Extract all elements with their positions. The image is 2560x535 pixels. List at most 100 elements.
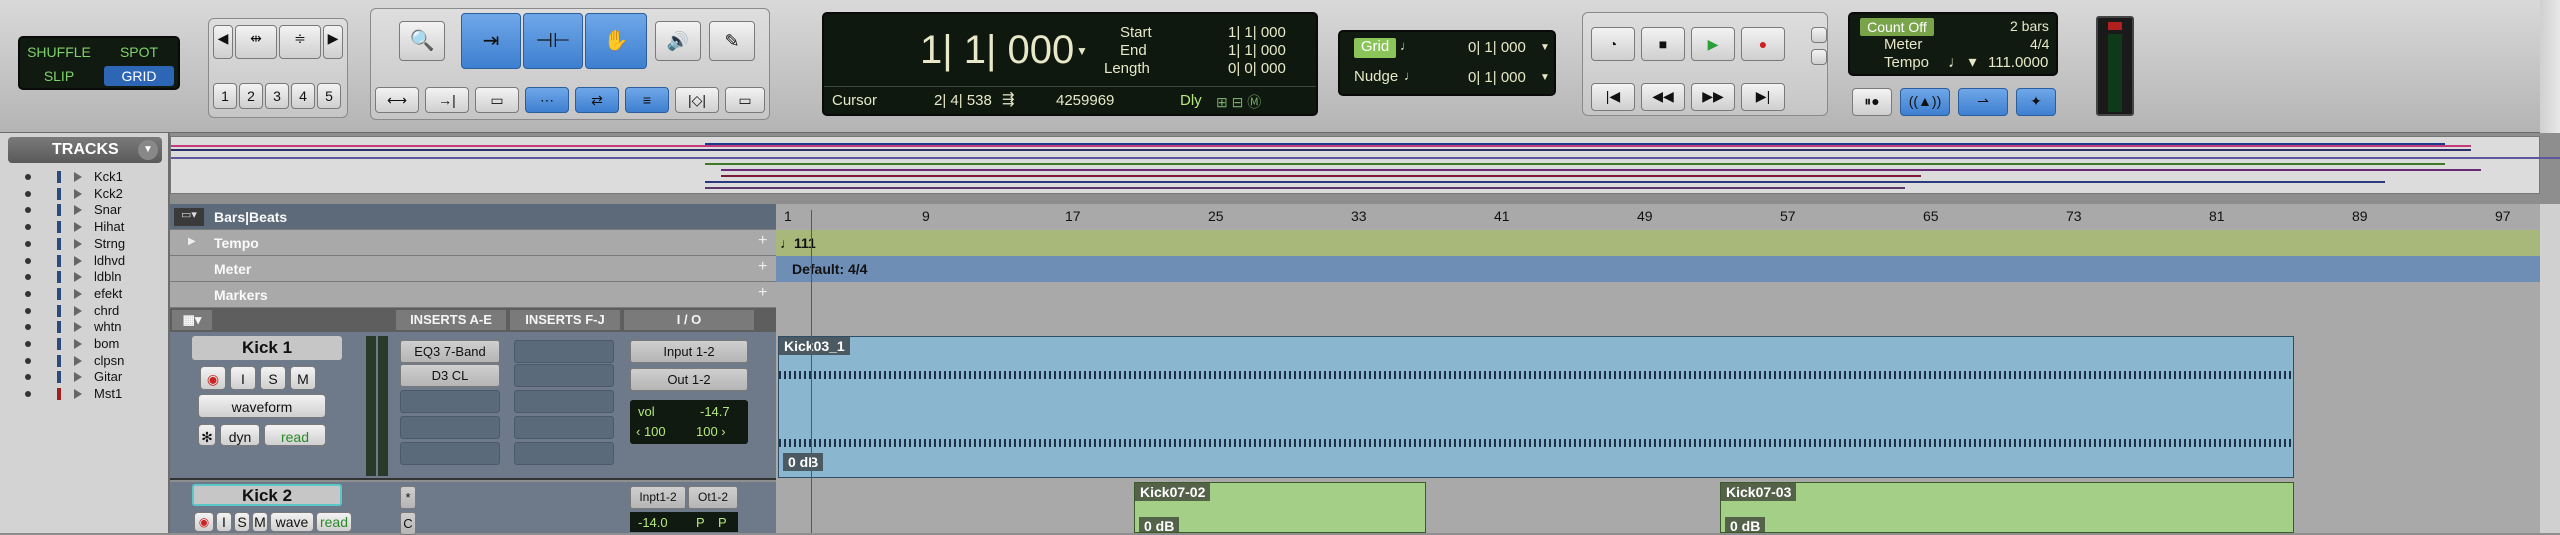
input-monitor-button[interactable]: I bbox=[216, 512, 232, 532]
volume-pan-display[interactable]: vol -14.7 ‹ 100 100 › bbox=[630, 400, 748, 444]
volume-display[interactable]: -14.0 P P bbox=[630, 512, 738, 532]
track-list-item[interactable]: bom bbox=[0, 336, 168, 352]
track-list-item[interactable]: whtn bbox=[0, 319, 168, 335]
zoom-preset-5[interactable]: 5 bbox=[317, 83, 341, 109]
automation-mode[interactable]: read bbox=[316, 512, 352, 532]
selector-tool-icon[interactable]: ⊣⊢ bbox=[523, 13, 583, 69]
expand-icon[interactable]: ▶ bbox=[188, 236, 196, 247]
tempo-map-icon[interactable]: ✦ bbox=[2016, 88, 2056, 116]
insert-d[interactable] bbox=[400, 416, 500, 439]
spot-mode-button[interactable]: SPOT bbox=[104, 42, 174, 62]
solo-button[interactable]: S bbox=[234, 512, 250, 532]
output-selector[interactable]: Ot1-2 bbox=[688, 486, 738, 509]
clip-indicator[interactable] bbox=[2108, 22, 2122, 30]
slip-mode-button[interactable]: SLIP bbox=[24, 66, 94, 86]
visibility-dot[interactable] bbox=[25, 274, 31, 281]
zoomer-tool-icon[interactable]: 🔍 bbox=[399, 21, 445, 61]
zoom-preset-4[interactable]: 4 bbox=[291, 83, 315, 109]
vertical-zoom-icon[interactable]: ≑ bbox=[279, 25, 321, 59]
link-track-icon[interactable]: ▭ bbox=[475, 87, 519, 113]
insert-c[interactable] bbox=[400, 390, 500, 413]
visibility-dot[interactable] bbox=[25, 224, 31, 231]
track-list-item[interactable]: ldhvd bbox=[0, 253, 168, 269]
add-marker-icon[interactable]: + bbox=[758, 284, 767, 302]
grid-mode-button[interactable]: GRID bbox=[104, 66, 174, 86]
track-list-item[interactable]: efekt bbox=[0, 286, 168, 302]
track-list-item[interactable]: Kck2 bbox=[0, 186, 168, 202]
pencil-tool-icon[interactable]: ✎ bbox=[709, 21, 755, 61]
end-value[interactable]: 1| 1| 000 bbox=[1228, 42, 1286, 59]
scrubber-tool-icon[interactable]: 🔊 bbox=[655, 21, 701, 61]
stop-icon[interactable]: ■ bbox=[1641, 27, 1685, 61]
insert-b[interactable]: C bbox=[400, 512, 416, 535]
return-to-zero-icon[interactable]: |◀ bbox=[1591, 83, 1635, 111]
go-to-end-icon[interactable]: ▶| bbox=[1741, 83, 1785, 111]
fast-forward-icon[interactable]: ▶▶ bbox=[1691, 83, 1735, 111]
insert-j[interactable] bbox=[514, 442, 614, 465]
view-selector-icon[interactable]: ▦▾ bbox=[172, 310, 212, 330]
vol-value[interactable]: -14.7 bbox=[700, 404, 730, 419]
track-list-item[interactable]: ldbln bbox=[0, 269, 168, 285]
timeline-ticks[interactable]: 1 9 17 25 33 41 49 57 65 73 81 89 97 bbox=[776, 204, 2540, 230]
midi-merge-icon[interactable]: ⏸● bbox=[1852, 88, 1892, 116]
track-view-selector[interactable]: waveform bbox=[198, 394, 326, 418]
rewind-icon[interactable]: ◀◀ bbox=[1641, 83, 1685, 111]
insert-b[interactable]: D3 CL bbox=[400, 364, 500, 387]
mute-button[interactable]: M bbox=[290, 366, 316, 390]
visibility-dot[interactable] bbox=[25, 341, 31, 347]
add-tempo-icon[interactable]: + bbox=[758, 232, 767, 250]
tempo-lane[interactable]: ♩111 bbox=[776, 230, 2560, 256]
meter-marker[interactable]: Default: 4/4 bbox=[792, 261, 867, 277]
audio-region-kick07-03[interactable]: Kick07-03 0 dB bbox=[1720, 482, 2294, 533]
option-box-2[interactable] bbox=[1811, 49, 1827, 65]
visibility-dot[interactable] bbox=[25, 190, 31, 197]
visibility-dot[interactable] bbox=[25, 257, 31, 264]
window-config-icon[interactable]: ▭ bbox=[725, 87, 765, 113]
automation-mode[interactable]: read bbox=[264, 424, 326, 446]
solo-button[interactable]: S bbox=[260, 366, 286, 390]
online-icon[interactable]: ◔ bbox=[1591, 27, 1635, 61]
dyn-icon[interactable]: ✻ bbox=[198, 424, 216, 446]
mirror-midi-icon[interactable]: ⋯ bbox=[525, 87, 569, 113]
keyboard-focus-icon[interactable]: ≡ bbox=[625, 87, 669, 113]
dly-label[interactable]: Dly bbox=[1180, 92, 1202, 109]
length-value[interactable]: 0| 0| 000 bbox=[1228, 60, 1286, 77]
track-name-field[interactable]: Kick 1 bbox=[192, 336, 342, 360]
visibility-dot[interactable] bbox=[25, 374, 31, 381]
universe-overview[interactable] bbox=[170, 136, 2560, 194]
visibility-dot[interactable] bbox=[25, 324, 31, 331]
input-monitor-button[interactable]: I bbox=[230, 366, 256, 390]
output-selector[interactable]: Out 1-2 bbox=[630, 368, 748, 391]
meter-value[interactable]: 4/4 bbox=[2030, 36, 2049, 52]
grid-value[interactable]: 0| 1| 000 bbox=[1468, 39, 1526, 56]
start-value[interactable]: 1| 1| 000 bbox=[1228, 24, 1286, 41]
shuffle-mode-button[interactable]: SHUFFLE bbox=[24, 42, 94, 62]
midi-icons[interactable]: ⊞ ⊟ Ⓜ bbox=[1216, 92, 1261, 112]
count-off-bars[interactable]: 2 bars bbox=[2010, 18, 2049, 34]
zoom-preset-1[interactable]: 1 bbox=[213, 83, 237, 109]
main-counter-value[interactable]: 1| 1| 000 bbox=[920, 28, 1074, 73]
ruler-menu-icon[interactable]: ▭▾ bbox=[174, 208, 204, 226]
tempo-value[interactable]: 111.0000 bbox=[1988, 54, 2048, 71]
record-icon[interactable]: ● bbox=[1741, 27, 1785, 61]
metronome-icon[interactable]: ((▲)) bbox=[1900, 88, 1950, 116]
track-view-selector[interactable]: wave bbox=[270, 512, 314, 532]
zoom-out-icon[interactable]: ◀ bbox=[213, 25, 233, 59]
grid-button[interactable]: Grid bbox=[1354, 38, 1396, 58]
insert-i[interactable] bbox=[514, 416, 614, 439]
pan-right[interactable]: 100 › bbox=[696, 424, 726, 439]
nudge-chevron-icon[interactable]: ▼ bbox=[1540, 72, 1550, 83]
io-header[interactable]: I / O bbox=[624, 310, 754, 330]
vol-value[interactable]: -14.0 bbox=[638, 515, 668, 530]
inserts-a-e-header[interactable]: INSERTS A-E bbox=[396, 310, 506, 330]
mute-button[interactable]: M bbox=[252, 512, 268, 532]
track-list-item[interactable]: Kck1 bbox=[0, 169, 168, 185]
audio-region-kick03-1[interactable]: Kick03_1 0 dB bbox=[778, 336, 2294, 478]
insert-a[interactable]: * bbox=[400, 486, 416, 509]
tempo-note-icon[interactable]: ♩ ▾ bbox=[1948, 52, 1976, 72]
option-box-1[interactable] bbox=[1811, 27, 1827, 43]
horizontal-zoom-icon[interactable]: ⇹ bbox=[235, 25, 277, 59]
visibility-dot[interactable] bbox=[25, 240, 31, 247]
insertion-follows-icon[interactable]: ⇄ bbox=[575, 87, 619, 113]
right-scrollbar[interactable] bbox=[2540, 204, 2560, 533]
